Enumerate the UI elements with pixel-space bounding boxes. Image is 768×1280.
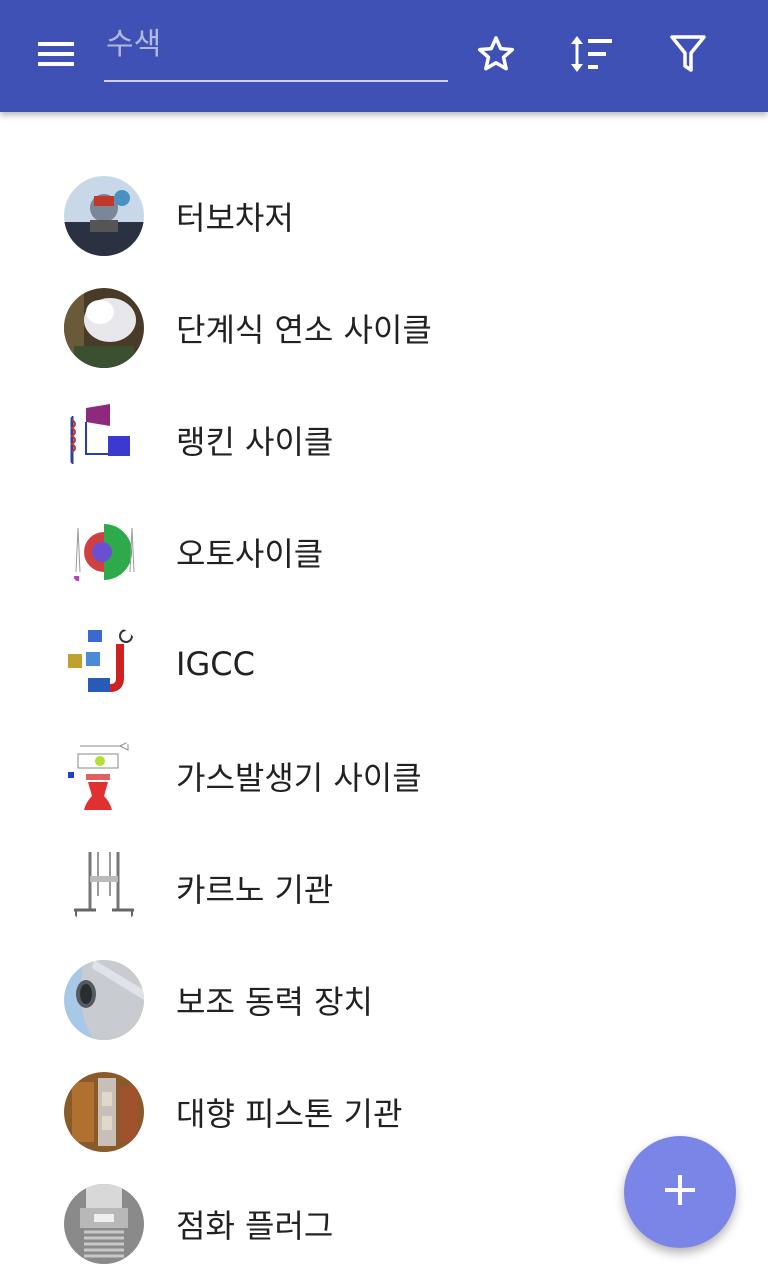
- list-item-label: IGCC: [176, 645, 255, 683]
- list-item-label: 점화 플러그: [176, 1207, 334, 1245]
- list-item[interactable]: 단계식 연소 사이클: [0, 272, 768, 384]
- auxiliary-power-unit-thumbnail: [64, 960, 144, 1040]
- list-item[interactable]: IGCC: [0, 608, 768, 720]
- staged-combustion-thumbnail: [64, 288, 144, 368]
- list-item-label: 가스발생기 사이클: [176, 759, 422, 797]
- igcc-thumbnail: [64, 624, 144, 704]
- opposed-piston-engine-thumbnail: [64, 1072, 144, 1152]
- list-item[interactable]: 가스발생기 사이클: [0, 720, 768, 832]
- favorites-button[interactable]: [460, 20, 532, 92]
- list-item-label: 대향 피스톤 기관: [176, 1095, 403, 1133]
- list-item[interactable]: 카르노 기관: [0, 832, 768, 944]
- sort-icon: [568, 33, 614, 79]
- list-item[interactable]: 터보차저: [0, 160, 768, 272]
- filter-icon: [670, 34, 706, 78]
- list-item-label: 카르노 기관: [176, 871, 334, 909]
- search-box: [104, 22, 448, 82]
- list-item-label: 랭킨 사이클: [176, 423, 334, 461]
- gas-generator-cycle-thumbnail: [64, 736, 144, 816]
- list-item-label: 단계식 연소 사이클: [176, 311, 432, 349]
- filter-button[interactable]: [652, 20, 724, 92]
- list-item-label: 오토사이클: [176, 535, 324, 573]
- list-item-label: 터보차저: [176, 199, 294, 237]
- add-button[interactable]: [624, 1136, 736, 1248]
- article-list: 터보차저 단계식 연소 사이클 랭킨 사이클 오토사이클 IGCC 가스발생기 …: [0, 160, 768, 1280]
- list-item[interactable]: 랭킨 사이클: [0, 384, 768, 496]
- list-item[interactable]: 오토사이클: [0, 496, 768, 608]
- list-item[interactable]: 보조 동력 장치: [0, 944, 768, 1056]
- star-icon: [475, 33, 517, 79]
- plus-icon: [665, 1175, 695, 1209]
- menu-button[interactable]: [20, 20, 92, 92]
- otto-cycle-thumbnail: [64, 512, 144, 592]
- sort-button[interactable]: [555, 20, 627, 92]
- turbocharger-thumbnail: [64, 176, 144, 256]
- rankine-cycle-thumbnail: [64, 400, 144, 480]
- spark-plug-thumbnail: [64, 1184, 144, 1264]
- menu-icon: [38, 40, 74, 72]
- carnot-engine-thumbnail: [64, 848, 144, 928]
- list-item-label: 보조 동력 장치: [176, 983, 373, 1021]
- search-input[interactable]: [104, 22, 448, 80]
- app-bar: [0, 0, 768, 112]
